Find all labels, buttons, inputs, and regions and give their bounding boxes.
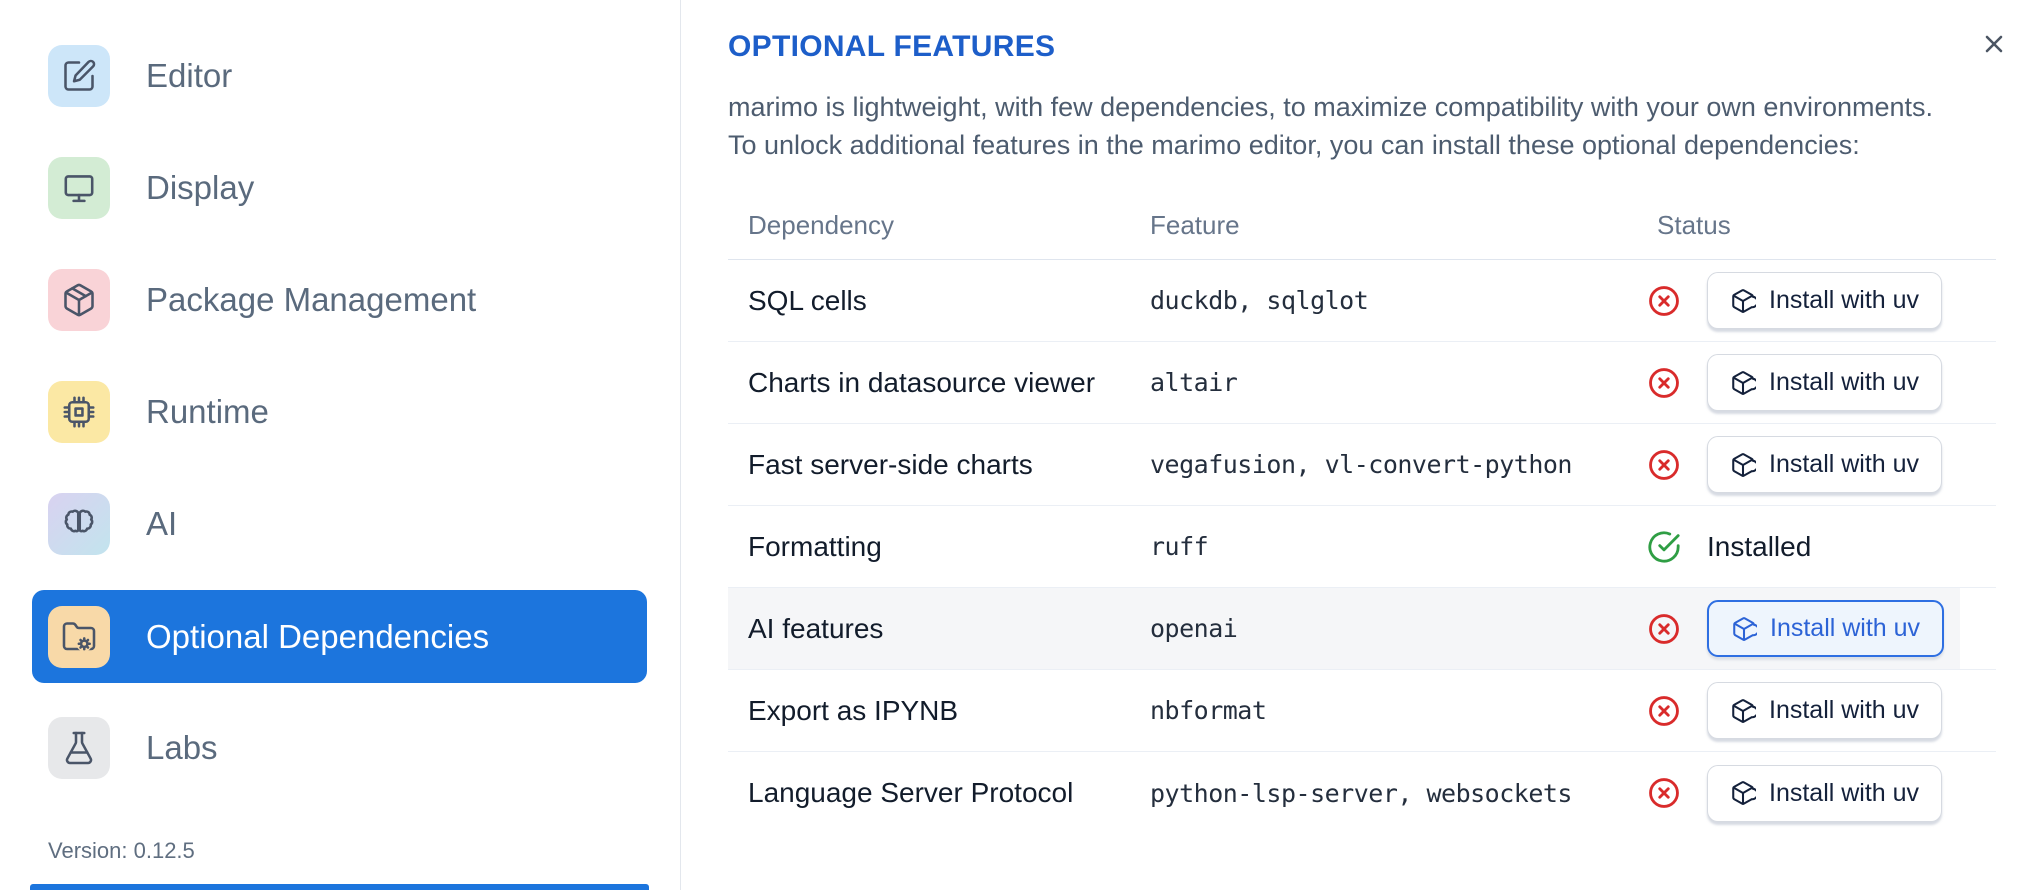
install-with-uv-button[interactable]: Install with uv bbox=[1707, 354, 1943, 411]
description-line-2: To unlock additional features in the mar… bbox=[728, 130, 1860, 160]
status-cell: Install with uv bbox=[1647, 600, 1996, 657]
sidebar-item-label: Optional Dependencies bbox=[146, 617, 490, 655]
sidebar-item-label: Runtime bbox=[146, 393, 269, 430]
install-with-uv-button[interactable]: Install with uv bbox=[1707, 272, 1943, 329]
version-label: Version: 0.12.5 bbox=[48, 838, 195, 863]
description-line-1: marimo is lightweight, with few dependen… bbox=[728, 92, 1934, 122]
box-icon bbox=[1730, 698, 1756, 724]
install-with-uv-button[interactable]: Install with uv bbox=[1707, 764, 1943, 822]
dependency-name: AI features bbox=[748, 612, 884, 644]
sidebar-item-ai[interactable]: AI bbox=[48, 493, 647, 555]
dependency-feature: openai bbox=[1150, 614, 1238, 643]
column-header-feature: Feature bbox=[1150, 210, 1240, 240]
sidebar-item-label: Editor bbox=[146, 57, 233, 94]
dependency-name: Language Server Protocol bbox=[748, 777, 1074, 808]
close-icon bbox=[1980, 30, 2008, 58]
dependency-name: SQL cells bbox=[748, 284, 867, 316]
sidebar-item-runtime[interactable]: Runtime bbox=[48, 381, 647, 443]
install-with-uv-button[interactable]: Install with uv bbox=[1707, 682, 1943, 739]
status-cell: Installed bbox=[1647, 530, 1996, 564]
status-cell: Install with uv bbox=[1647, 764, 1996, 822]
circle-x-icon bbox=[1647, 612, 1681, 646]
dependency-name: Formatting bbox=[748, 530, 882, 562]
table-row: Fast server-side charts vegafusion, vl-c… bbox=[728, 424, 1996, 506]
settings-dialog: Editor Display Package Management Runtim… bbox=[0, 0, 2042, 890]
status-cell: Install with uv bbox=[1647, 436, 1996, 493]
status-cell: Install with uv bbox=[1647, 272, 1996, 329]
dependency-feature: python-lsp-server, websockets bbox=[1150, 778, 1573, 808]
table-row: Language Server Protocol python-lsp-serv… bbox=[728, 752, 1996, 834]
panel-description: marimo is lightweight, with few dependen… bbox=[728, 88, 1996, 164]
status-cell: Install with uv bbox=[1647, 682, 1996, 739]
sidebar-item-label: Display bbox=[146, 169, 255, 206]
circle-x-icon bbox=[1647, 366, 1681, 400]
circle-x-icon bbox=[1647, 776, 1681, 810]
brain-icon bbox=[48, 493, 110, 555]
table-row: SQL cells duckdb, sqlglot Install with u… bbox=[728, 260, 1996, 342]
box-icon bbox=[1730, 452, 1756, 478]
sidebar-item-label: Package Management bbox=[146, 281, 477, 318]
package-icon bbox=[48, 269, 110, 331]
dependency-name: Fast server-side charts bbox=[748, 448, 1033, 480]
sidebar-item-display[interactable]: Display bbox=[48, 157, 647, 219]
sidebar-item-editor[interactable]: Editor bbox=[48, 45, 647, 107]
sidebar-item-labs[interactable]: Labs bbox=[48, 717, 647, 779]
sidebar-item-label: AI bbox=[146, 505, 178, 542]
table-header: Dependency Feature Status bbox=[728, 204, 1996, 260]
circle-x-icon bbox=[1647, 284, 1681, 318]
flask-icon bbox=[48, 717, 110, 779]
edit-icon bbox=[48, 45, 110, 107]
circle-x-icon bbox=[1647, 694, 1681, 728]
sidebar-item-label: Labs bbox=[146, 729, 218, 766]
table-row: Formatting ruff Installed bbox=[728, 506, 1996, 588]
box-icon bbox=[1730, 288, 1756, 314]
dependencies-table: Dependency Feature Status SQL cells duck… bbox=[728, 204, 1996, 834]
install-with-uv-button[interactable]: Install with uv bbox=[1707, 436, 1943, 493]
sidebar-item-package-management[interactable]: Package Management bbox=[48, 269, 647, 331]
dependency-feature: ruff bbox=[1150, 532, 1209, 561]
circle-x-icon bbox=[1647, 448, 1681, 482]
column-header-dependency: Dependency bbox=[748, 210, 894, 240]
column-header-status: Status bbox=[1657, 210, 1731, 240]
folder-cog-icon bbox=[48, 605, 110, 668]
installed-status-label: Installed bbox=[1707, 530, 1812, 562]
monitor-icon bbox=[48, 157, 110, 219]
dependency-feature: vegafusion, vl-convert-python bbox=[1150, 450, 1573, 479]
box-icon bbox=[1730, 370, 1756, 396]
status-cell: Install with uv bbox=[1647, 354, 1996, 411]
table-row: AI features openai Install with uv bbox=[728, 588, 1996, 670]
dependency-feature: duckdb, sqlglot bbox=[1150, 286, 1369, 315]
install-with-uv-button[interactable]: Install with uv bbox=[1707, 600, 1945, 657]
dependency-name: Charts in datasource viewer bbox=[748, 366, 1096, 398]
page-title: OPTIONAL FEATURES bbox=[728, 30, 1056, 63]
box-icon bbox=[1730, 780, 1756, 806]
box-icon bbox=[1731, 616, 1757, 642]
circle-check-icon bbox=[1647, 530, 1681, 564]
optional-features-panel: OPTIONAL FEATURES marimo is lightweight,… bbox=[681, 0, 2042, 890]
cpu-icon bbox=[48, 381, 110, 443]
table-row: Charts in datasource viewer altair Insta… bbox=[728, 342, 1996, 424]
sidebar: Editor Display Package Management Runtim… bbox=[0, 0, 681, 890]
sidebar-item-optional-dependencies[interactable]: Optional Dependencies bbox=[32, 590, 647, 683]
dependency-feature: nbformat bbox=[1150, 696, 1267, 725]
dependency-name: Export as IPYNB bbox=[748, 694, 959, 726]
table-row: Export as IPYNB nbformat Install with uv bbox=[728, 670, 1996, 752]
close-button[interactable] bbox=[1974, 24, 2014, 64]
sidebar-bottom-accent bbox=[30, 884, 649, 890]
dependency-feature: altair bbox=[1150, 368, 1238, 397]
